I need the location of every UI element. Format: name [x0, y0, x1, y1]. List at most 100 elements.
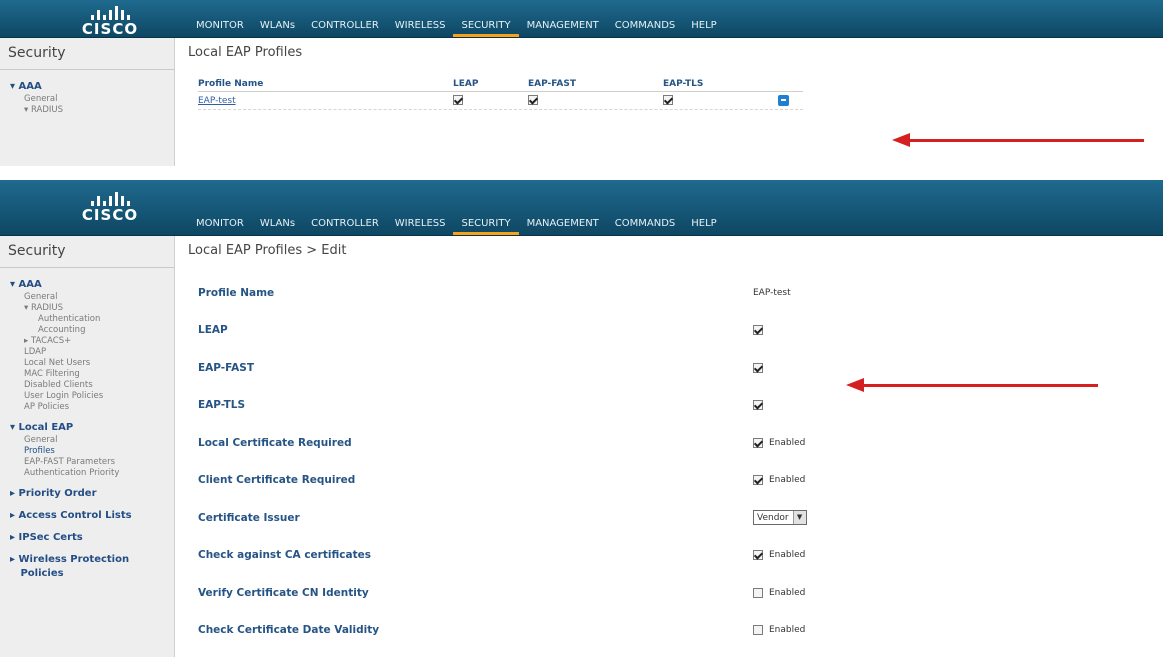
eap-tls-label: EAP-TLS	[198, 399, 246, 412]
sidebar-title: Security	[0, 38, 174, 70]
enabled-label: Enabled	[769, 437, 806, 448]
menu-monitor[interactable]: MONITOR	[188, 213, 252, 235]
form-row-eap-fast: EAP-FAST	[198, 349, 898, 387]
cert-issuer-label: Certificate Issuer	[198, 511, 300, 524]
profile-link[interactable]: EAP-test	[198, 96, 236, 106]
sidebar-title: Security	[0, 236, 174, 268]
sidebar-item-eap-fast-parameters[interactable]: EAP-FAST Parameters	[6, 457, 174, 468]
sidebar-item-ap-policies[interactable]: AP Policies	[6, 402, 174, 413]
sidebar-item-profiles[interactable]: Profiles	[6, 446, 174, 457]
column-header-profile-name: Profile Name	[198, 78, 264, 89]
menu-management[interactable]: MANAGEMENT	[519, 15, 607, 37]
table-row: EAP-test	[198, 92, 803, 110]
sidebar: Security ▾ AAA General ▾ RADIUS Authenti…	[0, 236, 175, 657]
menu-monitor[interactable]: MONITOR	[188, 15, 252, 37]
sidebar-item-disabled-clients[interactable]: Disabled Clients	[6, 380, 174, 391]
menu-controller[interactable]: CONTROLLER	[303, 15, 387, 37]
sidebar-item-radius[interactable]: ▾ RADIUS	[6, 105, 174, 116]
main-menu: MONITOR WLANs CONTROLLER WIRELESS SECURI…	[188, 15, 725, 37]
top-nav-bar: CISCO MONITOR WLANs CONTROLLER WIRELESS …	[0, 180, 1163, 236]
sidebar-item-general[interactable]: General	[6, 292, 174, 303]
client-cert-label: Client Certificate Required	[198, 474, 356, 487]
sidebar: Security ▾ AAA General ▾ RADIUS	[0, 38, 175, 166]
eap-tls-checkbox[interactable]	[753, 400, 763, 411]
sidebar-item-user-login-policies[interactable]: User Login Policies	[6, 391, 174, 402]
row-dropdown-icon[interactable]	[778, 95, 789, 106]
sidebar-item-radius[interactable]: ▾ RADIUS	[6, 303, 174, 314]
sidebar-item-wireless-protection[interactable]: ▸ Wireless Protection Policies	[6, 553, 174, 581]
menu-management[interactable]: MANAGEMENT	[519, 213, 607, 235]
form-row-eap-tls: EAP-TLS	[198, 387, 898, 425]
column-header-eap-tls: EAP-TLS	[663, 78, 704, 89]
red-arrow-annotation	[846, 378, 1098, 392]
page-title: Local EAP Profiles > Edit	[188, 243, 347, 258]
content-area: Local EAP Profiles > Edit Profile Name E…	[184, 236, 1163, 636]
main-menu: MONITOR WLANs CONTROLLER WIRELESS SECURI…	[188, 213, 725, 235]
sidebar-item-general[interactable]: General	[6, 94, 174, 105]
menu-wireless[interactable]: WIRELESS	[387, 213, 454, 235]
leap-checkbox[interactable]	[753, 325, 763, 336]
local-cert-checkbox[interactable]	[753, 437, 763, 448]
eap-fast-checkbox[interactable]	[528, 95, 538, 106]
verify-cn-checkbox[interactable]	[753, 587, 763, 598]
sidebar-item-ldap[interactable]: LDAP	[6, 347, 174, 358]
sidebar-item-aaa[interactable]: ▾ AAA	[6, 80, 174, 94]
chevron-down-icon: ▼	[792, 511, 806, 525]
sidebar-item-local-net-users[interactable]: Local Net Users	[6, 358, 174, 369]
sidebar-item-local-eap[interactable]: ▾ Local EAP	[6, 421, 174, 435]
menu-wlans[interactable]: WLANs	[252, 15, 303, 37]
sidebar-item-ipsec-certs[interactable]: ▸ IPSec Certs	[6, 531, 174, 545]
profile-edit-form: Profile Name EAP-test LEAP EAP-FAST EAP-…	[198, 274, 898, 649]
check-ca-checkbox[interactable]	[753, 550, 763, 561]
enabled-label: Enabled	[769, 475, 806, 486]
client-cert-checkbox[interactable]	[753, 475, 763, 486]
eap-tls-checkbox[interactable]	[663, 95, 673, 106]
profiles-table: Profile Name LEAP EAP-FAST EAP-TLS EAP-t…	[198, 76, 803, 110]
menu-controller[interactable]: CONTROLLER	[303, 213, 387, 235]
sidebar-item-authentication[interactable]: Authentication	[6, 314, 174, 325]
table-header: Profile Name LEAP EAP-FAST EAP-TLS	[198, 76, 803, 92]
sidebar-item-local-eap-general[interactable]: General	[6, 435, 174, 446]
sidebar-item-priority-order[interactable]: ▸ Priority Order	[6, 487, 174, 501]
profile-name-value: EAP-test	[753, 287, 791, 298]
column-header-eap-fast: EAP-FAST	[528, 78, 576, 89]
menu-security[interactable]: SECURITY	[453, 213, 519, 235]
form-row-profile-name: Profile Name EAP-test	[198, 274, 898, 312]
page-title: Local EAP Profiles	[188, 45, 303, 60]
sidebar-item-accounting[interactable]: Accounting	[6, 325, 174, 336]
form-row-check-date: Check Certificate Date Validity Enabled	[198, 612, 898, 650]
form-row-local-certificate: Local Certificate Required Enabled	[198, 424, 898, 462]
enabled-label: Enabled	[769, 587, 806, 598]
sidebar-item-authentication-priority[interactable]: Authentication Priority	[6, 468, 174, 479]
sidebar-item-access-control-lists[interactable]: ▸ Access Control Lists	[6, 509, 174, 523]
menu-security[interactable]: SECURITY	[453, 15, 519, 37]
content-area: Local EAP Profiles Profile Name LEAP EAP…	[184, 38, 1163, 110]
menu-commands[interactable]: COMMANDS	[607, 15, 683, 37]
form-row-check-ca: Check against CA certificates Enabled	[198, 537, 898, 575]
menu-commands[interactable]: COMMANDS	[607, 213, 683, 235]
check-date-label: Check Certificate Date Validity	[198, 624, 380, 637]
cert-issuer-select[interactable]: Vendor ▼	[753, 510, 807, 526]
check-ca-label: Check against CA certificates	[198, 549, 371, 562]
sidebar-item-aaa[interactable]: ▾ AAA	[6, 278, 174, 292]
eap-fast-checkbox[interactable]	[753, 362, 763, 373]
sidebar-item-mac-filtering[interactable]: MAC Filtering	[6, 369, 174, 380]
top-nav-bar: CISCO MONITOR WLANs CONTROLLER WIRELESS …	[0, 0, 1163, 38]
profiles-list-screenshot: CISCO MONITOR WLANs CONTROLLER WIRELESS …	[0, 0, 1163, 166]
profile-edit-screenshot: CISCO MONITOR WLANs CONTROLLER WIRELESS …	[0, 180, 1163, 657]
menu-help[interactable]: HELP	[683, 213, 724, 235]
profile-name-label: Profile Name	[198, 286, 275, 299]
form-row-certificate-issuer: Certificate Issuer Vendor ▼	[198, 499, 898, 537]
verify-cn-label: Verify Certificate CN Identity	[198, 586, 369, 599]
eap-fast-label: EAP-FAST	[198, 361, 254, 374]
check-date-checkbox[interactable]	[753, 625, 763, 636]
menu-wireless[interactable]: WIRELESS	[387, 15, 454, 37]
column-header-leap: LEAP	[453, 78, 479, 89]
menu-wlans[interactable]: WLANs	[252, 213, 303, 235]
sidebar-item-tacacs[interactable]: ▸ TACACS+	[6, 336, 174, 347]
form-row-client-certificate: Client Certificate Required Enabled	[198, 462, 898, 500]
enabled-label: Enabled	[769, 625, 806, 636]
cisco-bars-icon	[60, 190, 160, 206]
leap-checkbox[interactable]	[453, 95, 463, 106]
menu-help[interactable]: HELP	[683, 15, 724, 37]
